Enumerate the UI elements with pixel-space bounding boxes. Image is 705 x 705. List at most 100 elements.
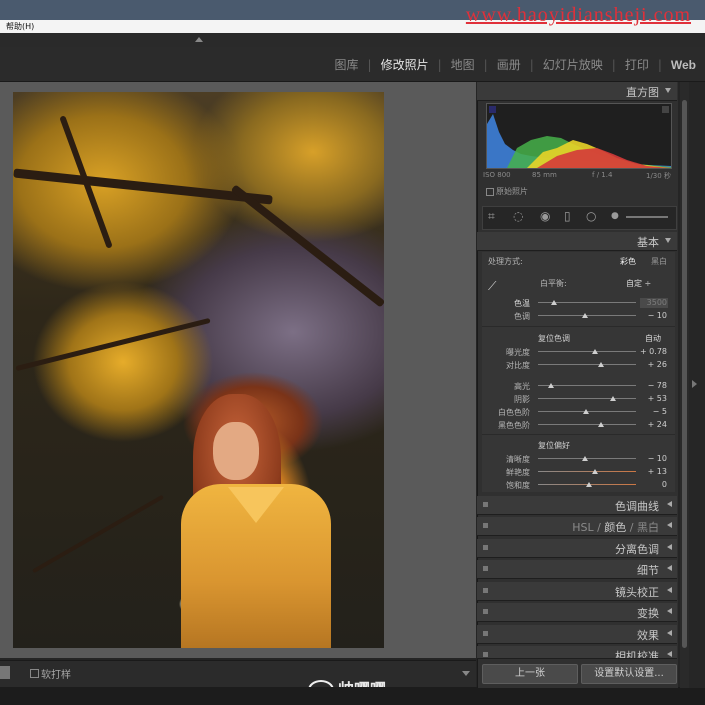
vibrance-value[interactable]: + 13	[637, 467, 667, 476]
aperture-readout: f / 1.4	[592, 171, 613, 179]
whites-knob[interactable]	[583, 409, 589, 414]
graduated-filter-icon[interactable]: ▯	[564, 209, 571, 223]
hsl-tab[interactable]: HSL	[572, 521, 593, 534]
expand-icon	[667, 522, 672, 528]
tool-slider[interactable]	[626, 216, 668, 218]
basic-header[interactable]: 基本	[477, 232, 677, 251]
blacks-slider[interactable]	[538, 424, 636, 425]
watermark-url: www.haoyidiansheji.com	[465, 4, 691, 26]
contrast-slider[interactable]	[538, 364, 636, 365]
module-list: 图库 | 修改照片 | 地图 | 画册 | 幻灯片放映 | 打印 | Web	[326, 56, 705, 73]
detail-header[interactable]: 细节	[477, 560, 677, 579]
temp-value[interactable]: 3500	[637, 298, 667, 307]
exposure-slider[interactable]	[538, 351, 636, 352]
panel-scroll-thumb[interactable]	[682, 100, 687, 648]
exposure-value[interactable]: + 0.78	[637, 347, 667, 356]
menu-help[interactable]: 帮助(H)	[6, 20, 34, 33]
vibrance-knob[interactable]	[592, 469, 598, 474]
expand-icon	[667, 651, 672, 657]
tone-curve-header[interactable]: 色调曲线	[477, 496, 677, 515]
saturation-value[interactable]: 0	[637, 480, 667, 489]
shadows-label: 阴影	[514, 395, 530, 404]
bottom-toolbar	[0, 660, 476, 687]
shadows-knob[interactable]	[610, 396, 616, 401]
wb-select[interactable]: 自定 ÷	[626, 278, 651, 289]
shadows-value[interactable]: + 53	[637, 394, 667, 403]
split-toning-header[interactable]: 分离色调	[477, 539, 677, 558]
original-photo-label: 原始照片	[496, 187, 528, 196]
saturation-label: 饱和度	[506, 481, 530, 490]
blacks-value[interactable]: + 24	[637, 420, 667, 429]
highlights-value[interactable]: − 78	[637, 381, 667, 390]
basic-title: 基本	[637, 236, 659, 249]
module-slideshow[interactable]: 幻灯片放映	[534, 56, 612, 73]
calibration-header[interactable]: 相机校准	[477, 646, 677, 659]
collapse-top-panel-icon[interactable]	[195, 37, 203, 42]
spot-removal-icon[interactable]: ◌	[513, 209, 523, 223]
previous-button[interactable]: 上一张	[482, 664, 578, 684]
effects-header[interactable]: 效果	[477, 625, 677, 644]
contrast-value[interactable]: + 26	[637, 360, 667, 369]
module-library[interactable]: 图库	[326, 56, 368, 73]
shadows-slider[interactable]	[538, 398, 636, 399]
saturation-knob[interactable]	[586, 482, 592, 487]
temp-knob[interactable]	[551, 300, 557, 305]
tint-knob[interactable]	[582, 313, 588, 318]
whites-value[interactable]: − 5	[637, 407, 667, 416]
subject-face	[213, 422, 259, 480]
shutter-readout: 1/30 秒	[646, 172, 671, 180]
histogram-svg	[487, 106, 671, 168]
histogram-graph	[486, 103, 672, 169]
transform-header[interactable]: 变换	[477, 603, 677, 622]
photo-canvas[interactable]	[0, 82, 476, 658]
contrast-knob[interactable]	[598, 362, 604, 367]
clarity-label: 清晰度	[506, 455, 530, 464]
expand-icon	[667, 544, 672, 550]
iso-readout: ISO 800	[483, 171, 511, 179]
module-web[interactable]: Web	[662, 58, 705, 72]
clarity-knob[interactable]	[582, 456, 588, 461]
treatment-label: 处理方式:	[488, 257, 523, 266]
blacks-knob[interactable]	[598, 422, 604, 427]
blacks-label: 黑色色阶	[498, 421, 530, 430]
exposure-label: 曝光度	[506, 348, 530, 357]
hsl-header[interactable]: HSL / 颜色 / 黑白	[477, 517, 677, 536]
expand-icon	[667, 587, 672, 593]
tone-reset[interactable]: 复位色调	[538, 333, 570, 344]
collapse-icon	[665, 88, 671, 93]
color-tab[interactable]: 颜色	[604, 521, 626, 534]
module-book[interactable]: 画册	[488, 56, 530, 73]
module-develop[interactable]: 修改照片	[372, 56, 438, 73]
lens-correction-header[interactable]: 镜头校正	[477, 582, 677, 601]
treatment-color[interactable]: 彩色	[620, 256, 636, 267]
radial-filter-icon[interactable]: ○	[586, 209, 596, 223]
module-picker: 图库 | 修改照片 | 地图 | 画册 | 幻灯片放映 | 打印 | Web	[0, 47, 705, 82]
soft-proof-checkbox[interactable]	[30, 669, 39, 678]
highlights-knob[interactable]	[548, 383, 554, 388]
treatment-bw[interactable]: 黑白	[651, 256, 667, 267]
exposure-knob[interactable]	[592, 349, 598, 354]
temp-label: 色温	[514, 299, 530, 308]
module-map[interactable]: 地图	[442, 56, 484, 73]
collapse-right-panel-icon[interactable]	[692, 380, 697, 388]
vibrance-label: 鲜艳度	[506, 468, 530, 477]
auto-button[interactable]: 自动	[645, 333, 661, 344]
bw-tab[interactable]: 黑白	[637, 521, 659, 534]
photo-preview[interactable]	[13, 92, 384, 648]
clarity-value[interactable]: − 10	[637, 454, 667, 463]
brush-icon[interactable]: ●	[611, 211, 619, 221]
crop-tool-icon[interactable]: ⌗	[488, 209, 495, 224]
presence-reset[interactable]: 复位偏好	[538, 440, 570, 451]
vibrance-slider[interactable]	[538, 471, 636, 472]
set-default-button[interactable]: 设置默认设置...	[581, 664, 677, 684]
module-print[interactable]: 打印	[616, 56, 658, 73]
histogram-header[interactable]: 直方图	[477, 82, 677, 101]
expand-icon	[667, 630, 672, 636]
red-eye-icon[interactable]: ◉	[540, 209, 550, 223]
toolbar-menu-icon[interactable]	[462, 671, 470, 676]
tint-value[interactable]: − 10	[637, 311, 667, 320]
original-photo-checkbox[interactable]	[486, 188, 494, 196]
view-mode-button[interactable]	[0, 666, 10, 679]
eyedropper-icon[interactable]: ⟋	[488, 279, 502, 293]
wb-label: 白平衡:	[540, 279, 567, 288]
